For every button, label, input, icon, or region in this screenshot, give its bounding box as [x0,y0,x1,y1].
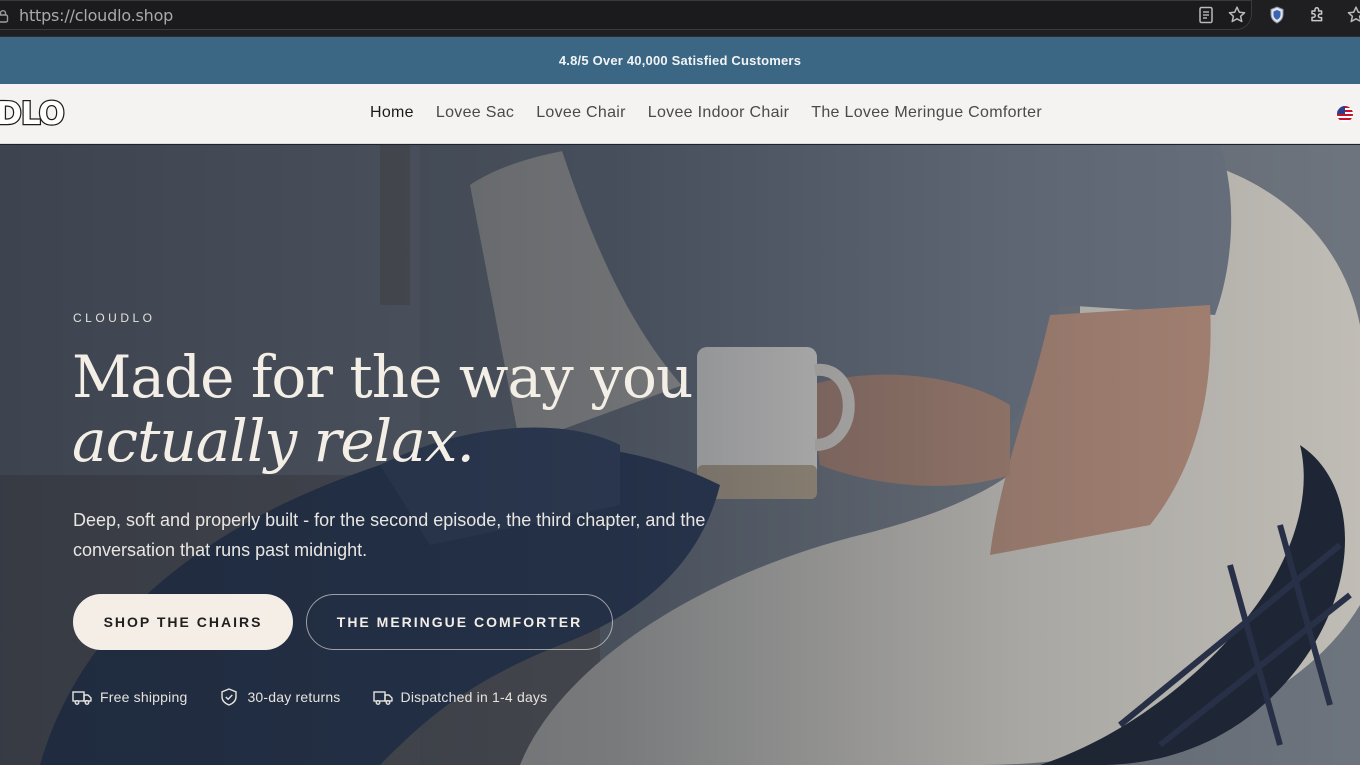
hero-headline: Made for the way you actually relax. [72,343,693,475]
shield-check-icon [221,688,238,706]
us-flag-icon[interactable] [1337,106,1353,122]
site-header: UDLO Home Lovee Sac Lovee Chair Lovee In… [0,84,1360,144]
hero-section: CLOUDLO Made for the way you actually re… [0,145,1360,765]
truck-icon [372,691,393,705]
puzzle-extension-icon[interactable] [1307,5,1327,25]
announcement-bar: 4.8/5 Over 40,000 Satisfied Customers [0,37,1360,84]
main-nav: Home Lovee Sac Lovee Chair Lovee Indoor … [370,104,1064,122]
nav-lovee-chair[interactable]: Lovee Chair [536,104,626,122]
hero-eyebrow: CLOUDLO [73,311,156,325]
browser-toolbar: https://cloudlo.shop [0,0,1360,37]
shield-extension-icon[interactable] [1267,5,1287,25]
announcement-text: 4.8/5 Over 40,000 Satisfied Customers [558,53,802,68]
hero-headline-line2: actually relax. [72,407,475,475]
hero-headline-line1: Made for the way you [72,343,693,411]
nav-lovee-indoor-chair[interactable]: Lovee Indoor Chair [648,104,790,122]
nav-lovee-sac[interactable]: Lovee Sac [436,104,514,122]
url-text[interactable]: https://cloudlo.shop [19,6,173,25]
reader-mode-icon[interactable] [1196,5,1216,25]
address-bar[interactable]: https://cloudlo.shop [0,0,1252,30]
perk-returns: 30-day returns [219,688,340,706]
favorites-icon[interactable] [1346,5,1360,25]
nav-meringue-comforter[interactable]: The Lovee Meringue Comforter [811,104,1042,122]
nav-home[interactable]: Home [370,104,414,122]
perk-free-shipping: Free shipping [72,688,187,706]
truck-icon [72,691,92,705]
perks-list: Free shipping 30-day returns Dispatched … [72,688,579,706]
shop-the-chairs-button[interactable]: SHOP THE CHAIRS [73,594,293,650]
perk-label: Dispatched in 1-4 days [400,689,548,705]
perk-label: Free shipping [100,689,188,705]
hero-subtext: Deep, soft and properly built - for the … [73,510,706,560]
site-logo[interactable]: UDLO [0,95,66,134]
meringue-comforter-button[interactable]: THE MERINGUE COMFORTER [306,594,613,650]
perk-label: 30-day returns [247,689,341,705]
bookmark-star-icon[interactable] [1227,5,1247,25]
perk-dispatch: Dispatched in 1-4 days [372,688,548,706]
lock-icon[interactable] [0,9,9,23]
